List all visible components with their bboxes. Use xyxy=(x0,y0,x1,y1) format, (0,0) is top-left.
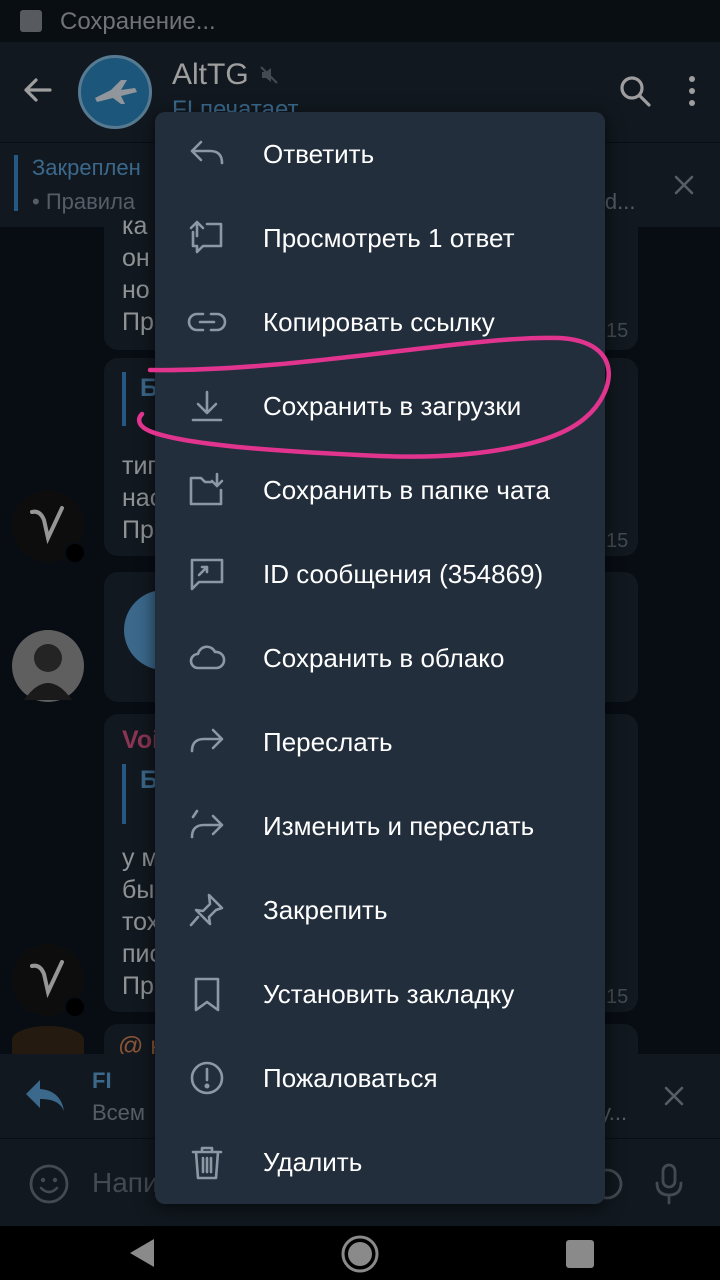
highlight-circle-annotation xyxy=(136,335,611,459)
